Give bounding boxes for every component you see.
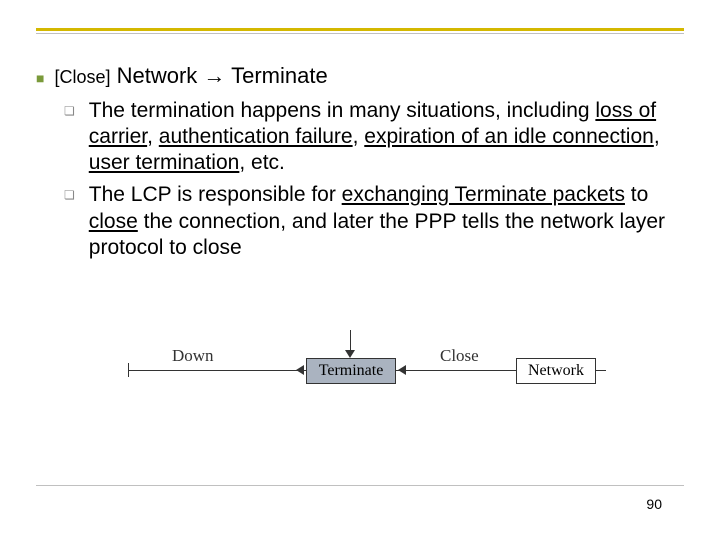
- state-diagram: Down Terminate Close Network: [128, 330, 606, 410]
- sub2-u2: close: [89, 210, 138, 233]
- thin-rule-bottom: [36, 485, 684, 486]
- sub1-c: ,: [353, 125, 365, 148]
- sub2-a: The LCP is responsible for: [89, 183, 342, 206]
- bullet-sub-icon: ❏: [64, 188, 75, 261]
- tick-right: [598, 370, 606, 371]
- page-number: 90: [646, 496, 662, 512]
- sub1-a: The termination happens in many situatio…: [89, 99, 596, 122]
- sub1-b: ,: [147, 125, 159, 148]
- main-bullet-text: [Close] Network → Terminate: [54, 62, 327, 90]
- sub-bullet-2: ❏ The LCP is responsible for exchanging …: [36, 182, 684, 261]
- arrow-left2-head-icon: [398, 365, 406, 375]
- sub1-u4: user termination: [89, 151, 240, 174]
- box-network: Network: [516, 358, 596, 384]
- sub-bullets: ❏ The termination happens in many situat…: [36, 98, 684, 262]
- sub-bullet-1: ❏ The termination happens in many situat…: [36, 98, 684, 177]
- bullet-sub-icon: ❏: [64, 104, 75, 177]
- bracket-label: [Close]: [54, 67, 110, 87]
- network-text: Network: [528, 362, 584, 380]
- arrow-down-head-icon: [345, 350, 355, 358]
- sub2-u1: exchanging Terminate packets: [342, 183, 625, 206]
- bullet-main-icon: ■: [36, 70, 44, 86]
- sub1-u3: expiration of an idle connection: [364, 125, 654, 148]
- sub2-c: the connection, and later the PPP tells …: [89, 210, 665, 259]
- sub1-text: The termination happens in many situatio…: [89, 98, 684, 177]
- sub1-u2: authentication failure: [159, 125, 353, 148]
- main-title-rest: Network → Terminate: [111, 63, 328, 88]
- label-close: Close: [440, 346, 479, 366]
- label-down: Down: [172, 346, 214, 366]
- sub2-text: The LCP is responsible for exchanging Te…: [89, 182, 684, 261]
- tick-left: [128, 363, 129, 377]
- sub1-e: , etc.: [239, 151, 285, 174]
- sub1-d: ,: [654, 125, 660, 148]
- arrow-down-line: [350, 330, 351, 352]
- slide-body: ■ [Close] Network → Terminate ❏ The term…: [0, 0, 720, 540]
- accent-rule: [36, 28, 684, 31]
- main-bullet-row: ■ [Close] Network → Terminate: [36, 62, 684, 90]
- sub2-b: to: [625, 183, 648, 206]
- box-terminate: Terminate: [306, 358, 396, 384]
- terminate-text: Terminate: [319, 362, 384, 380]
- arrow-left-head-icon: [296, 365, 304, 375]
- thin-rule-top: [36, 33, 684, 34]
